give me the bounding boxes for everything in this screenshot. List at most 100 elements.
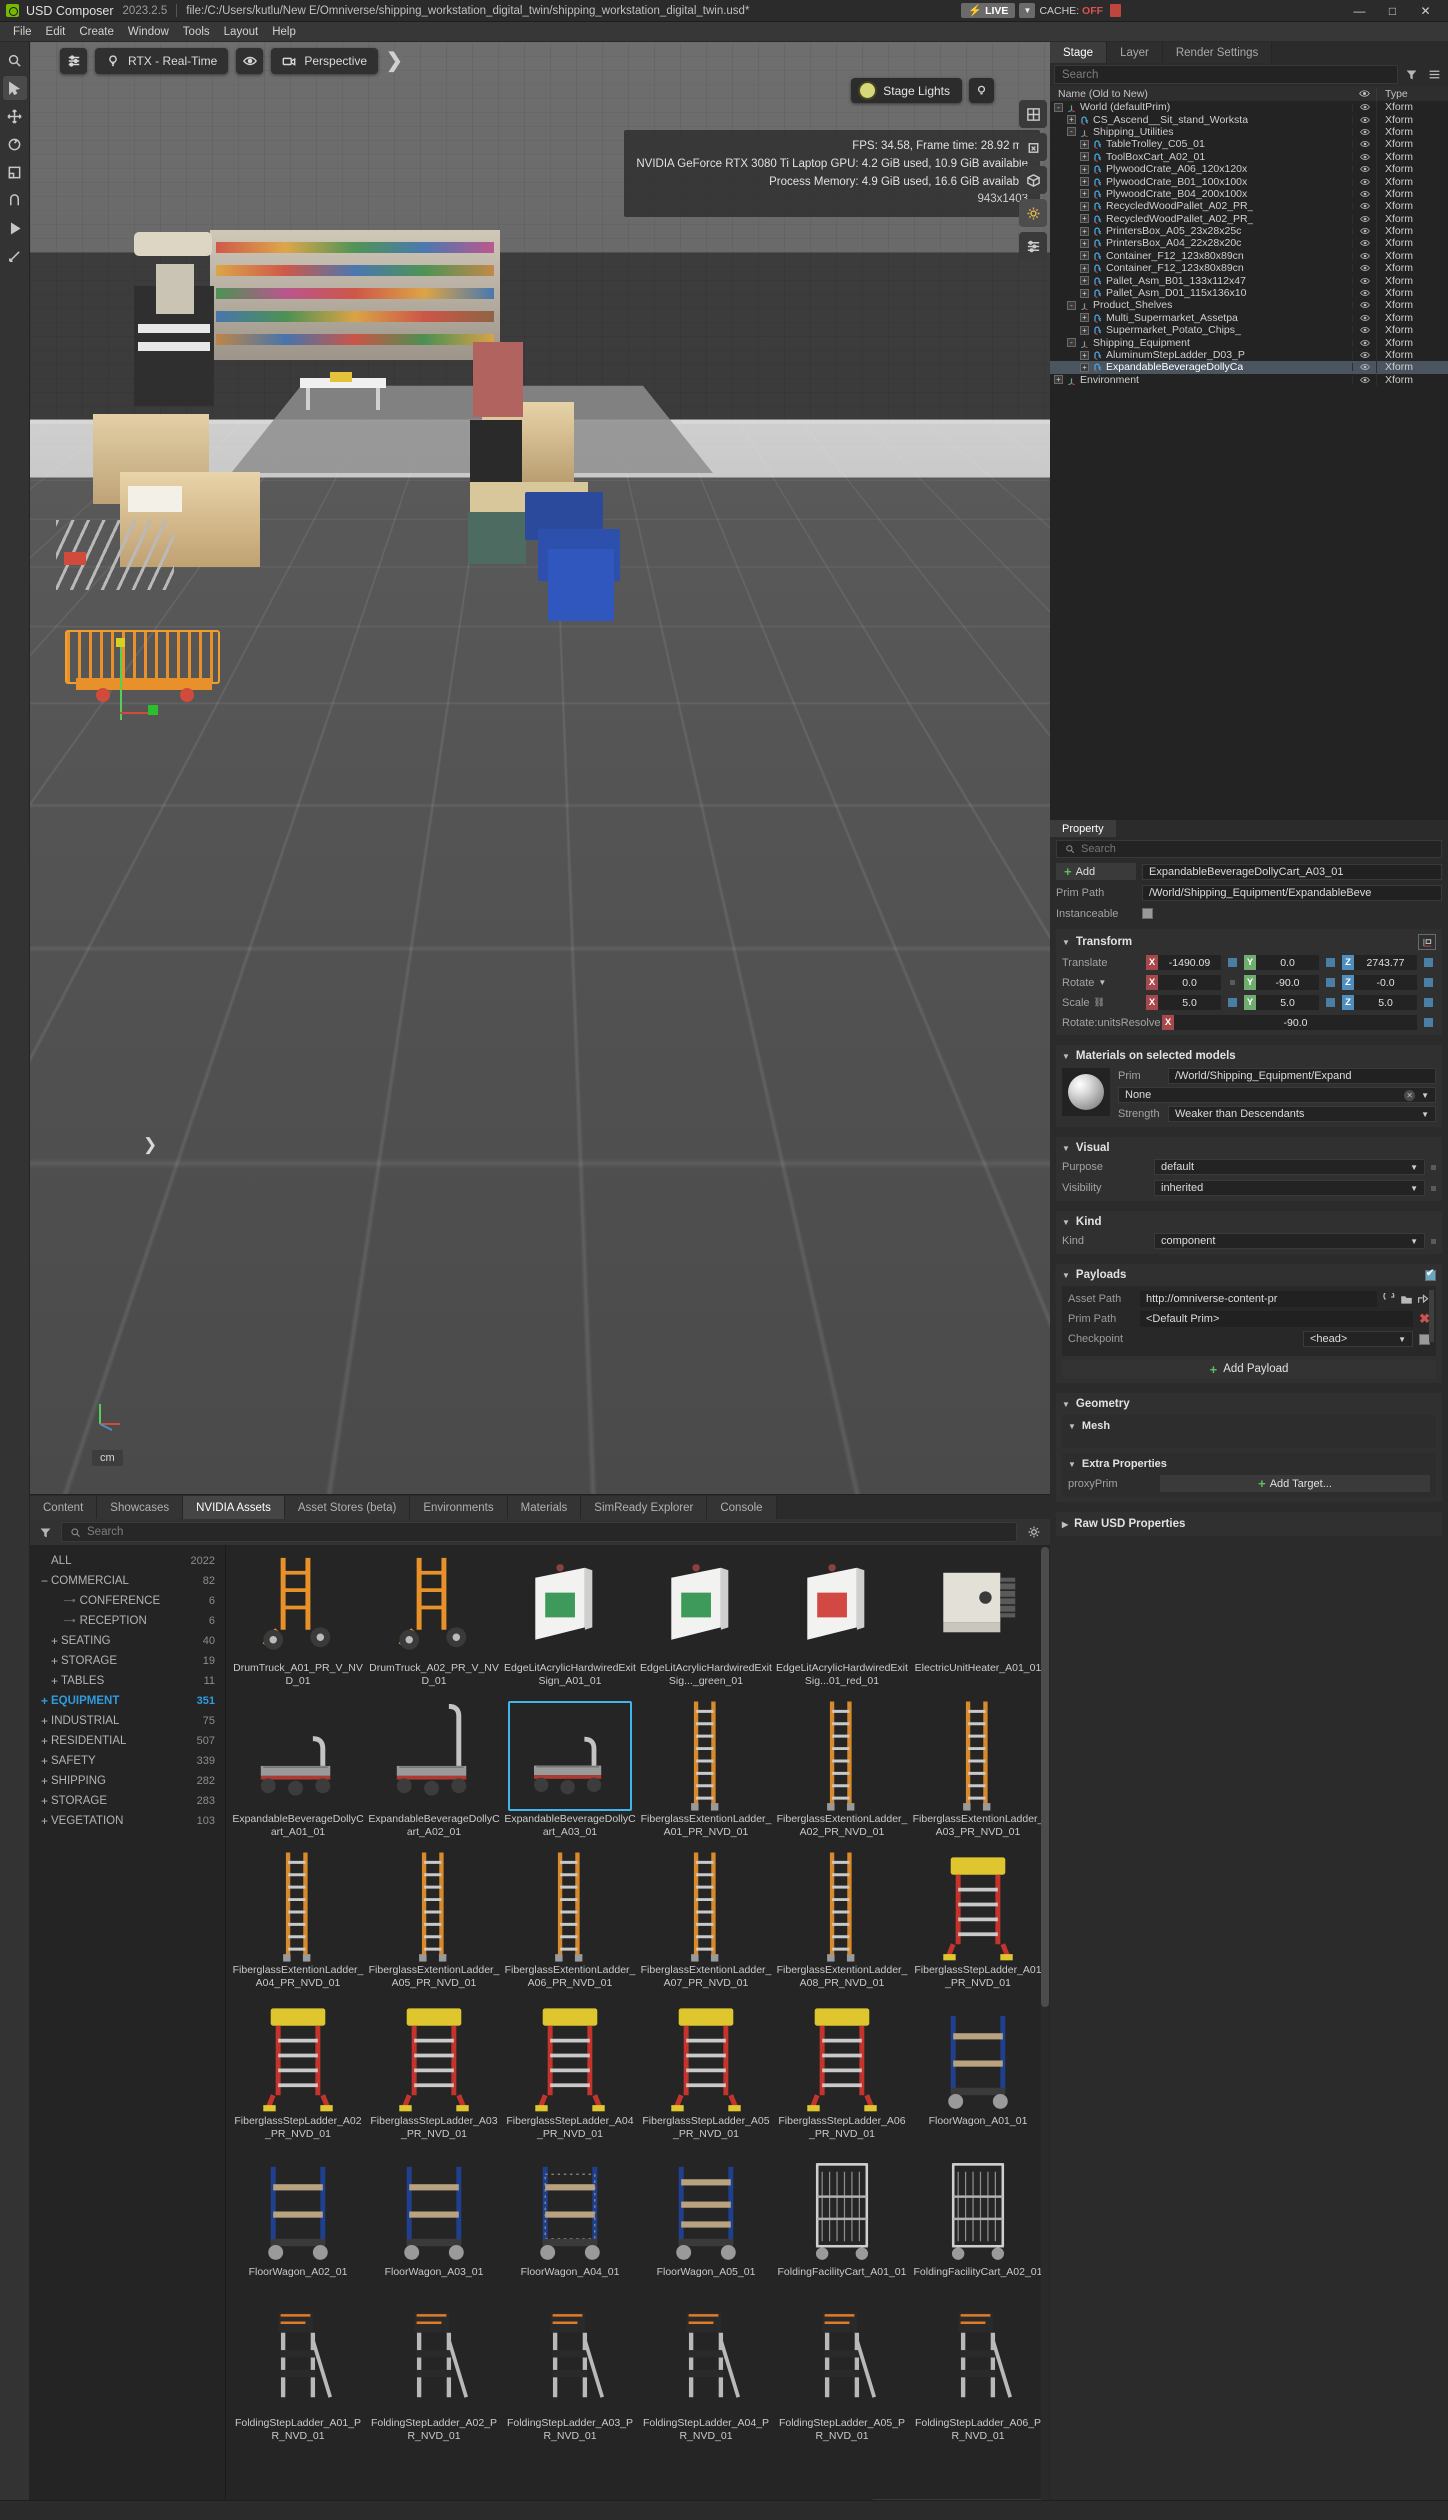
- tree-expander[interactable]: +: [1067, 115, 1076, 125]
- stage-tree-row[interactable]: - Product_Shelves Xform: [1050, 299, 1448, 312]
- category-reception[interactable]: ─• RECEPTION 6: [30, 1611, 225, 1631]
- visibility-toggle-icon[interactable]: [1352, 177, 1376, 186]
- category-expander[interactable]: +: [38, 1694, 51, 1708]
- asset-thumbnail[interactable]: [508, 2003, 632, 2113]
- purpose-indicator[interactable]: [1431, 1164, 1436, 1170]
- rotate-y-value[interactable]: -90.0: [1256, 975, 1319, 990]
- asset-card[interactable]: DrumTruck_A01_PR_V_NVD_01: [230, 1547, 366, 1698]
- asset-card[interactable]: FloorWagon_A01_01: [910, 2000, 1046, 2151]
- asset-thumbnail[interactable]: [236, 1701, 360, 1811]
- asset-thumbnail[interactable]: [780, 1550, 904, 1660]
- asset-thumbnail[interactable]: [508, 1852, 632, 1962]
- rotate-z-value[interactable]: -0.0: [1354, 975, 1417, 990]
- browser-tab-nvidia-assets[interactable]: NVIDIA Assets: [183, 1496, 285, 1519]
- asset-thumbnail[interactable]: [780, 2305, 904, 2415]
- rotate-z-indicator[interactable]: [1424, 978, 1433, 987]
- rotate-label[interactable]: Rotate ▼: [1062, 977, 1142, 989]
- asset-thumbnail[interactable]: [916, 2003, 1040, 2113]
- tree-expander[interactable]: +: [1080, 152, 1089, 162]
- browser-settings-gear-icon[interactable]: [1023, 1522, 1045, 1542]
- render-mode-button[interactable]: RTX - Real-Time: [95, 48, 229, 74]
- asset-card[interactable]: FiberglassExtentionLadder_A01_PR_NVD_01: [638, 1698, 774, 1849]
- tree-expander[interactable]: -: [1067, 300, 1076, 310]
- asset-thumbnail[interactable]: [508, 1550, 632, 1660]
- asset-thumbnail[interactable]: [644, 1852, 768, 1962]
- viewport-expand-chevron-icon[interactable]: ❯: [143, 1135, 157, 1155]
- asset-card[interactable]: EdgeLitAcrylicHardwiredExitSig..._green_…: [638, 1547, 774, 1698]
- stage-options-icon[interactable]: [1425, 65, 1444, 84]
- scale-z[interactable]: Z 5.0: [1342, 995, 1417, 1010]
- rotate-x-indicator[interactable]: [1230, 980, 1235, 985]
- purpose-select[interactable]: default ▼: [1154, 1159, 1425, 1175]
- add-payload-button[interactable]: + Add Payload: [1062, 1360, 1436, 1378]
- tree-expander[interactable]: +: [1080, 201, 1089, 211]
- asset-card[interactable]: EdgeLitAcrylicHardwiredExitSign_A01_01: [502, 1547, 638, 1698]
- live-button[interactable]: ⚡ LIVE: [961, 3, 1016, 18]
- category-expander[interactable]: +: [48, 1654, 61, 1668]
- maximize-button[interactable]: □: [1376, 0, 1409, 22]
- light-settings-button[interactable]: [969, 78, 994, 103]
- browser-tab-showcases[interactable]: Showcases: [97, 1496, 184, 1519]
- stage-tab-stage[interactable]: Stage: [1050, 42, 1108, 63]
- tool-snap-icon[interactable]: [3, 188, 27, 212]
- visibility-toggle-icon[interactable]: [1352, 301, 1376, 310]
- scale-y-indicator[interactable]: [1326, 998, 1335, 1007]
- asset-card[interactable]: FoldingStepLadder_A04_PR_NVD_01: [638, 2302, 774, 2453]
- visibility-toggle-icon[interactable]: [1352, 239, 1376, 248]
- asset-grid-wrap[interactable]: DrumTruck_A01_PR_V_NVD_01 DrumTruck_A02_P…: [226, 1545, 1050, 2520]
- asset-card[interactable]: FiberglassStepLadder_A04_PR_NVD_01: [502, 2000, 638, 2151]
- asset-card[interactable]: FiberglassExtentionLadder_A03_PR_NVD_01: [910, 1698, 1046, 1849]
- asset-card[interactable]: FiberglassStepLadder_A02_PR_NVD_01: [230, 2000, 366, 2151]
- tree-expander[interactable]: -: [1067, 338, 1076, 348]
- asset-thumbnail[interactable]: [372, 1701, 496, 1811]
- asset-card[interactable]: FloorWagon_A04_01: [502, 2151, 638, 2302]
- asset-thumbnail[interactable]: [916, 2154, 1040, 2264]
- asset-thumbnail[interactable]: [780, 2154, 904, 2264]
- asset-card[interactable]: FloorWagon_A05_01: [638, 2151, 774, 2302]
- asset-card[interactable]: FiberglassExtentionLadder_A05_PR_NVD_01: [366, 1849, 502, 2000]
- category-expander[interactable]: +: [38, 1814, 51, 1828]
- checkpoint-select[interactable]: <head> ▼: [1303, 1331, 1413, 1347]
- units-resolve-value[interactable]: -90.0: [1174, 1015, 1417, 1030]
- category-shipping[interactable]: + SHIPPING 282: [30, 1771, 225, 1791]
- asset-card[interactable]: ExpandableBeverageDollyCart_A02_01: [366, 1698, 502, 1849]
- menu-file[interactable]: File: [6, 24, 39, 40]
- visibility-toggle-icon[interactable]: [1352, 227, 1376, 236]
- asset-card[interactable]: FoldingFacilityCart_A02_01: [910, 2151, 1046, 2302]
- transform-header[interactable]: ▼ Transform: [1062, 934, 1436, 950]
- category-equipment[interactable]: + EQUIPMENT 351: [30, 1691, 225, 1711]
- visibility-toggle-icon[interactable]: [1352, 313, 1376, 322]
- visibility-toggle-icon[interactable]: [1352, 140, 1376, 149]
- asset-thumbnail[interactable]: [644, 1550, 768, 1660]
- visibility-toggle-icon[interactable]: [1352, 152, 1376, 161]
- translate-y[interactable]: Y 0.0: [1244, 955, 1319, 970]
- tool-move-icon[interactable]: [3, 104, 27, 128]
- stage-tree-row[interactable]: + Pallet_Asm_D01_115x136x10 Xform: [1050, 287, 1448, 300]
- category-industrial[interactable]: + INDUSTRIAL 75: [30, 1711, 225, 1731]
- asset-thumbnail[interactable]: [372, 2305, 496, 2415]
- stage-tree-row[interactable]: + ToolBoxCart_A02_01 Xform: [1050, 150, 1448, 163]
- asset-card[interactable]: FoldingStepLadder_A05_PR_NVD_01: [774, 2302, 910, 2453]
- asset-thumbnail[interactable]: [236, 1852, 360, 1962]
- browser-tab-environments[interactable]: Environments: [410, 1496, 508, 1519]
- visibility-toggle-icon[interactable]: [1352, 189, 1376, 198]
- add-property-button[interactable]: + Add: [1056, 863, 1136, 880]
- extra-properties-header[interactable]: ▼ Extra Properties: [1068, 1458, 1430, 1470]
- tree-expander[interactable]: +: [1080, 214, 1089, 224]
- minimize-button[interactable]: —: [1343, 0, 1376, 22]
- asset-thumbnail[interactable]: [372, 2154, 496, 2264]
- asset-thumbnail[interactable]: [644, 2154, 768, 2264]
- material-prim-value[interactable]: /World/Shipping_Equipment/Expand: [1168, 1068, 1436, 1084]
- camera-button[interactable]: Perspective: [271, 48, 379, 74]
- units-badge[interactable]: cm: [92, 1450, 123, 1466]
- asset-card[interactable]: DrumTruck_A02_PR_V_NVD_01: [366, 1547, 502, 1698]
- prim-name-field[interactable]: ExpandableBeverageDollyCart_A03_01: [1142, 863, 1442, 880]
- stage-tab-layer[interactable]: Layer: [1107, 42, 1163, 63]
- stage-tree-row[interactable]: + PrintersBox_A04_22x28x20c Xform: [1050, 237, 1448, 250]
- visibility-toggle-icon[interactable]: [1352, 251, 1376, 260]
- asset-card[interactable]: FiberglassStepLadder_A03_PR_NVD_01: [366, 2000, 502, 2151]
- tree-expander[interactable]: +: [1080, 325, 1089, 335]
- asset-card[interactable]: ElectricUnitHeater_A01_01: [910, 1547, 1046, 1698]
- tree-expander[interactable]: +: [1080, 313, 1089, 323]
- menu-edit[interactable]: Edit: [39, 24, 73, 40]
